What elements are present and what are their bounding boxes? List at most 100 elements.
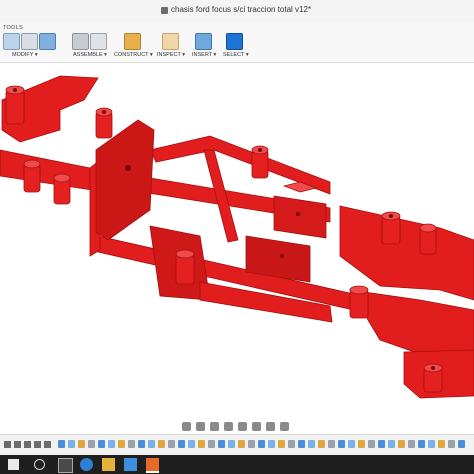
shell-icon[interactable] [39, 33, 56, 50]
post-left-3-top [53, 173, 71, 183]
hole-1 [13, 88, 17, 92]
timeline-bar [0, 434, 474, 455]
timeline-feature-icon[interactable] [338, 440, 345, 448]
viewports-icon[interactable] [280, 422, 289, 431]
os-taskbar [0, 455, 474, 474]
fusion360-taskbar-icon[interactable] [146, 458, 159, 473]
timeline-feature-icon[interactable] [438, 440, 445, 448]
construct-menu[interactable]: CONSTRUCT ▾ [114, 52, 153, 58]
timeline-feature-icon[interactable] [328, 440, 335, 448]
timeline-prev-icon[interactable] [14, 441, 21, 448]
timeline-feature-icon[interactable] [238, 440, 245, 448]
select-menu[interactable]: SELECT ▾ [223, 52, 249, 58]
timeline-feature-icon[interactable] [168, 440, 175, 448]
timeline-feature-icon[interactable] [408, 440, 415, 448]
timeline-feature-icon[interactable] [288, 440, 295, 448]
tools-tab-label[interactable]: TOOLS [3, 25, 23, 31]
timeline-feature-icon[interactable] [268, 440, 275, 448]
timeline-feature-icon[interactable] [418, 440, 425, 448]
search-icon[interactable] [34, 459, 45, 470]
joint-icon[interactable] [90, 33, 107, 50]
timeline-feature-icon[interactable] [368, 440, 375, 448]
timeline-feature-icon[interactable] [58, 440, 65, 448]
timeline-feature-icon[interactable] [298, 440, 305, 448]
hole-4 [296, 212, 300, 216]
select-cursor-icon[interactable] [226, 33, 243, 50]
center-block-upper [273, 195, 327, 239]
display-settings-icon[interactable] [252, 422, 261, 431]
timeline-feature-icon[interactable] [308, 440, 315, 448]
hole-2 [102, 110, 106, 114]
task-view-icon[interactable] [58, 458, 73, 473]
measure-icon[interactable] [162, 33, 179, 50]
timeline-feature-icon[interactable] [428, 440, 435, 448]
look-at-icon[interactable] [196, 422, 205, 431]
timeline-feature-icon[interactable] [318, 440, 325, 448]
timeline-end-icon[interactable] [44, 441, 51, 448]
hole-5 [280, 254, 284, 258]
timeline-feature-icon[interactable] [378, 440, 385, 448]
post-right-2-top [419, 223, 437, 233]
modify-menu[interactable]: MODIFY ▾ [12, 52, 38, 58]
ribbon-toolbar: TOOLS MODIFY ▾ ASSEMBLE ▾ CONSTRUCT ▾ IN… [0, 22, 474, 63]
post-left-1 [5, 89, 25, 125]
timeline-feature-icon[interactable] [88, 440, 95, 448]
timeline-feature-icon[interactable] [78, 440, 85, 448]
new-component-icon[interactable] [72, 33, 89, 50]
navigation-bar [0, 418, 474, 434]
canvas-viewport[interactable] [0, 63, 474, 412]
timeline-feature-icon[interactable] [218, 440, 225, 448]
timeline-feature-icon[interactable] [398, 440, 405, 448]
insert-menu[interactable]: INSERT ▾ [192, 52, 216, 58]
orbit-icon[interactable] [182, 422, 191, 431]
timeline-feature-icon[interactable] [128, 440, 135, 448]
timeline-next-icon[interactable] [34, 441, 41, 448]
offset-plane-icon[interactable] [124, 33, 141, 50]
right-end-lower [349, 289, 474, 355]
timeline-feature-icon[interactable] [448, 440, 455, 448]
timeline-feature-icon[interactable] [158, 440, 165, 448]
timeline-feature-icon[interactable] [278, 440, 285, 448]
timeline-feature-icon[interactable] [108, 440, 115, 448]
timeline-feature-icon[interactable] [198, 440, 205, 448]
windows-start-icon[interactable] [8, 459, 19, 470]
timeline-feature-icon[interactable] [98, 440, 105, 448]
zoom-icon[interactable] [224, 422, 233, 431]
file-explorer-icon[interactable] [102, 458, 115, 471]
plate-hole [125, 165, 131, 171]
window-title: chasis ford focus s/ci traccion total v1… [171, 5, 312, 14]
fit-icon[interactable] [238, 422, 247, 431]
inspect-menu[interactable]: INSPECT ▾ [157, 52, 185, 58]
title-bar: chasis ford focus s/ci traccion total v1… [0, 0, 474, 23]
timeline-feature-icon[interactable] [178, 440, 185, 448]
hole-6 [389, 214, 393, 218]
timeline-play-icon[interactable] [24, 441, 31, 448]
timeline-feature-icon[interactable] [148, 440, 155, 448]
timeline-feature-icon[interactable] [388, 440, 395, 448]
chassis-model[interactable] [0, 63, 474, 412]
timeline-feature-icon[interactable] [458, 440, 465, 448]
pan-icon[interactable] [210, 422, 219, 431]
timeline-feature-icon[interactable] [258, 440, 265, 448]
timeline-start-icon[interactable] [4, 441, 11, 448]
edge-browser-icon[interactable] [80, 458, 93, 471]
timeline-feature-icon[interactable] [208, 440, 215, 448]
timeline-feature-icon[interactable] [348, 440, 355, 448]
press-pull-icon[interactable] [3, 33, 20, 50]
hole-3 [258, 148, 262, 152]
timeline-feature-icon[interactable] [358, 440, 365, 448]
timeline-feature-icon[interactable] [118, 440, 125, 448]
timeline-feature-icon[interactable] [138, 440, 145, 448]
timeline-feature-icon[interactable] [68, 440, 75, 448]
store-icon[interactable] [124, 458, 137, 471]
timeline-feature-icon[interactable] [228, 440, 235, 448]
post-bottom-1-top [175, 249, 195, 259]
grid-settings-icon[interactable] [266, 422, 275, 431]
timeline-feature-icon[interactable] [188, 440, 195, 448]
document-icon [161, 7, 168, 14]
insert-image-icon[interactable] [195, 33, 212, 50]
fillet-icon[interactable] [21, 33, 38, 50]
timeline-feature-icon[interactable] [248, 440, 255, 448]
assemble-menu[interactable]: ASSEMBLE ▾ [73, 52, 107, 58]
hole-7 [431, 366, 435, 370]
